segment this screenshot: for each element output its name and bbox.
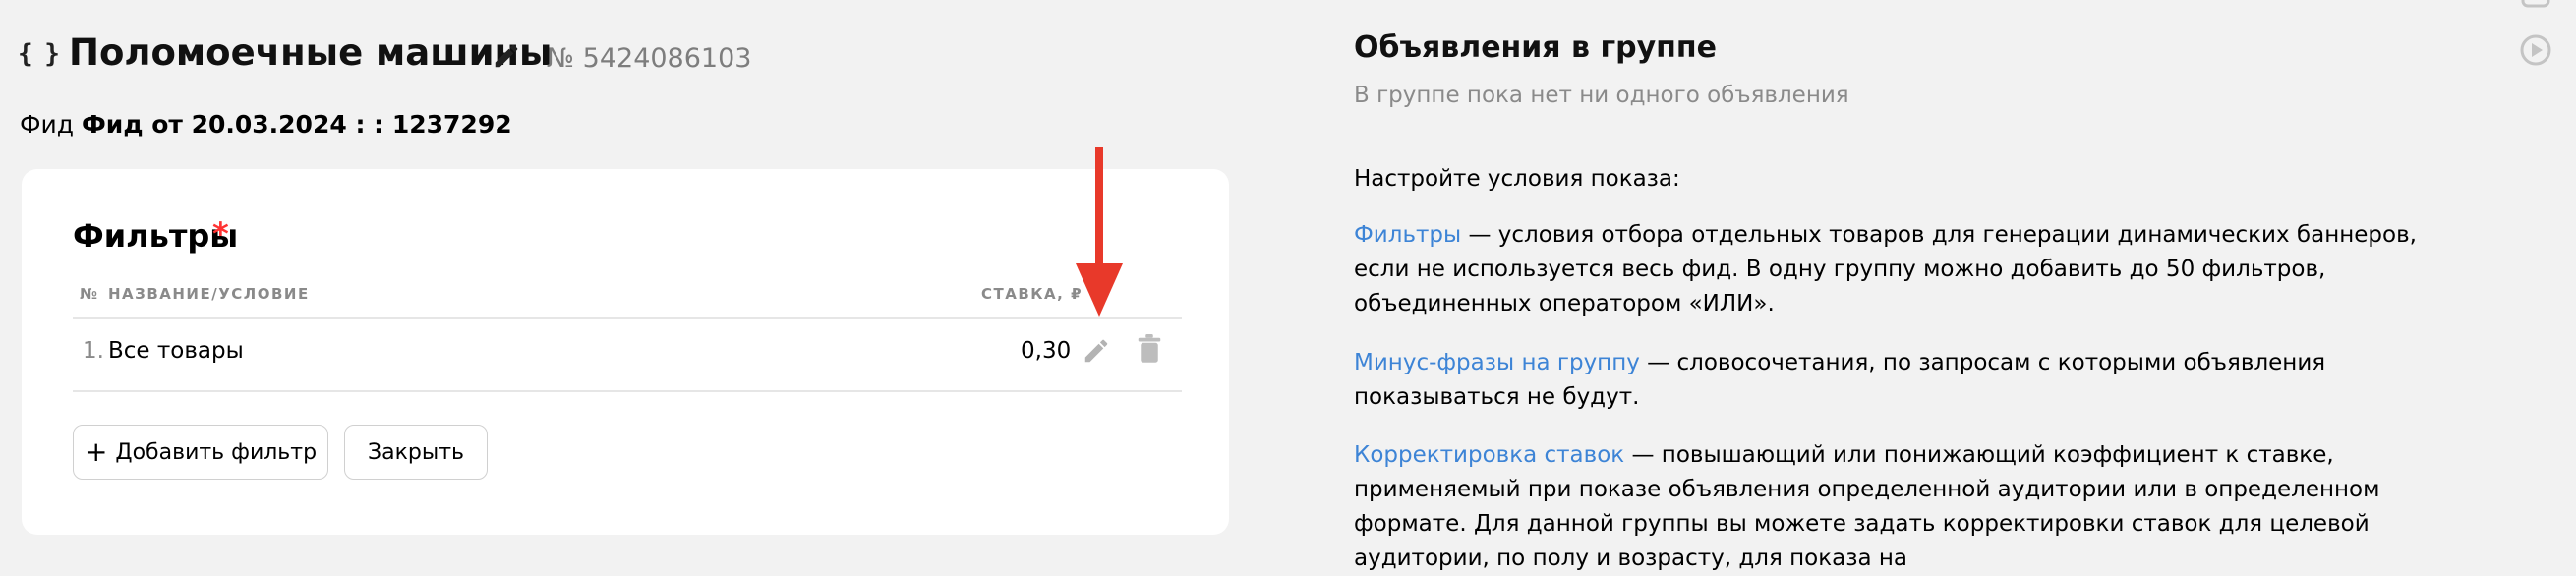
table-divider — [73, 390, 1182, 392]
minus-phrases-link[interactable]: Минус-фразы на группу — [1354, 350, 1640, 375]
edit-title-pencil-icon[interactable] — [492, 41, 521, 71]
group-number: № 5424086103 — [547, 43, 752, 74]
red-arrow-annotation — [1076, 147, 1123, 317]
required-mark: * — [212, 215, 229, 253]
group-type-icon: { } — [18, 39, 60, 69]
add-filter-button[interactable]: + Добавить фильтр — [73, 425, 328, 480]
partial-toolbar-icon[interactable] — [2519, 0, 2554, 10]
feed-prefix: Фид — [20, 110, 75, 139]
panel-title: Объявления в группе — [1354, 30, 1717, 65]
column-header-rate: СТАВКА, ₽ — [981, 285, 1083, 303]
add-filter-label: Добавить фильтр — [115, 439, 318, 465]
table-divider — [73, 317, 1182, 319]
edit-filter-pencil-icon[interactable] — [1082, 336, 1111, 366]
info-text: — условия отбора отдельных товаров для г… — [1354, 222, 2417, 317]
delete-filter-trash-icon[interactable] — [1137, 334, 1162, 364]
plus-icon: + — [84, 435, 108, 468]
close-button[interactable]: Закрыть — [344, 425, 488, 480]
group-title: Поломоечные машины — [69, 31, 553, 74]
info-paragraph-bid-adjustments: Корректировка ставок — повышающий или по… — [1354, 438, 2445, 576]
column-header-number: № — [80, 285, 99, 303]
info-paragraph-filters: Фильтры — условия отбора отдельных товар… — [1354, 218, 2445, 321]
feed-line: Фид Фид от 20.03.2024 : : 1237292 — [20, 110, 512, 139]
filters-link[interactable]: Фильтры — [1354, 222, 1461, 248]
bid-adjustments-link[interactable]: Корректировка ставок — [1354, 442, 1624, 468]
panel-subtitle: В группе пока нет ни одного объявления — [1354, 83, 1849, 108]
filter-row-rate: 0,30 — [1021, 338, 1072, 364]
feed-name: Фид от 20.03.2024 : : 1237292 — [82, 110, 512, 139]
filter-row-index: 1. — [83, 338, 104, 364]
setup-heading: Настройте условия показа: — [1354, 166, 1680, 192]
play-icon[interactable] — [2519, 33, 2552, 67]
filter-row-name[interactable]: Все товары — [108, 338, 244, 364]
info-paragraph-minus-phrases: Минус-фразы на группу — словосочетания, … — [1354, 346, 2445, 415]
column-header-name: НАЗВАНИЕ/УСЛОВИЕ — [108, 285, 310, 303]
